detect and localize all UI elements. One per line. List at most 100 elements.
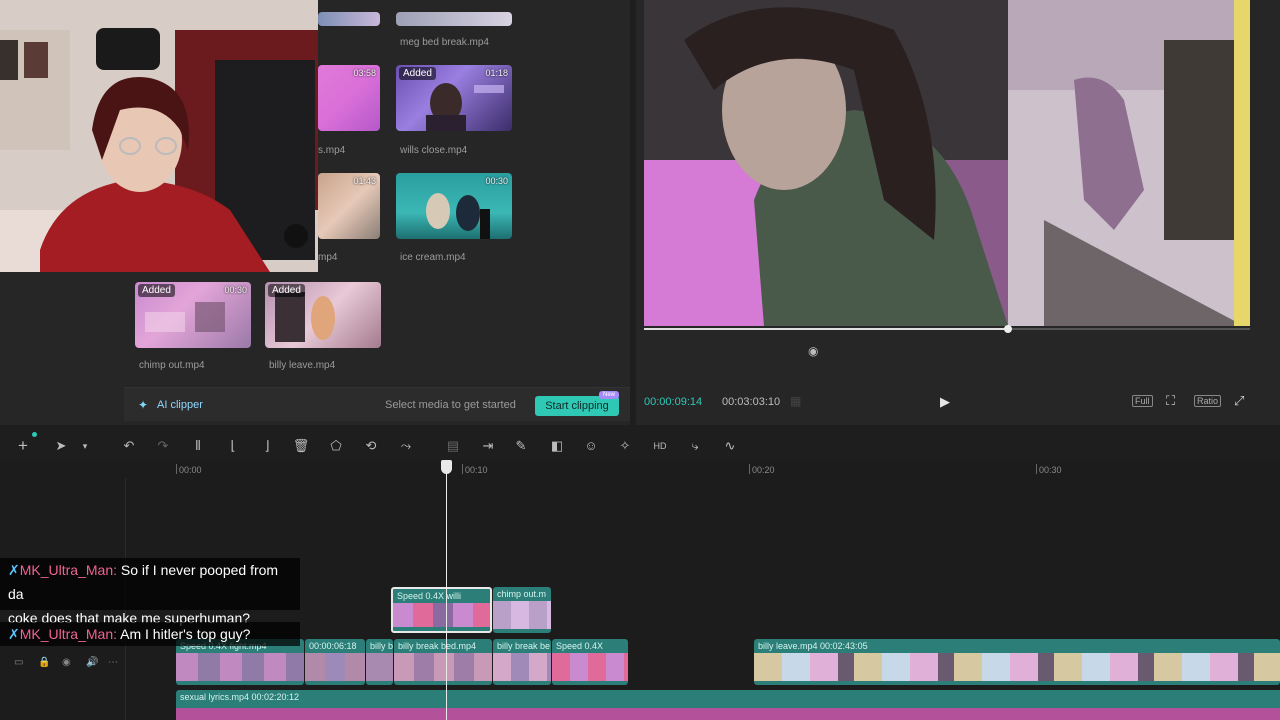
media-thumb[interactable]: Added 01:18 bbox=[396, 65, 512, 131]
playhead[interactable] bbox=[446, 460, 447, 720]
media-name: meg bed break.mp4 bbox=[400, 37, 489, 48]
media-thumb[interactable]: 00:30 bbox=[396, 173, 512, 239]
mirror-icon[interactable]: ◧ bbox=[548, 438, 566, 454]
badge-icon: ✗ bbox=[8, 562, 20, 578]
audio-clip[interactable]: sexual lyrics.mp4 00:02:20:12 bbox=[176, 690, 1280, 720]
media-name: billy leave.mp4 bbox=[269, 360, 336, 371]
chevron-down-icon[interactable]: ▾ bbox=[76, 438, 94, 454]
chat-username: MK_Ultra_Man: bbox=[19, 562, 117, 578]
camera-icon[interactable]: ◉ bbox=[808, 344, 818, 358]
clip-label: billy break be bbox=[497, 641, 551, 651]
media-name: ice cream.mp4 bbox=[400, 252, 466, 263]
edit-icon[interactable]: ✎ bbox=[512, 438, 530, 454]
person-icon[interactable]: ☺ bbox=[582, 438, 600, 454]
start-clipping-button[interactable]: Start clipping bbox=[535, 396, 619, 416]
split-right-icon[interactable]: ⌋ bbox=[258, 438, 276, 454]
editor-window: meg bed break.mp4 03:58 s.mp4 Added 01:1… bbox=[0, 0, 1280, 720]
timeline-clip[interactable]: Speed 0.4X bbox=[552, 639, 628, 685]
freeze-icon[interactable]: ⇥ bbox=[479, 438, 497, 454]
media-name: chimp out.mp4 bbox=[139, 360, 205, 371]
preview-progress-fill bbox=[644, 328, 1008, 330]
new-badge: New bbox=[599, 391, 619, 399]
media-thumb[interactable] bbox=[318, 12, 380, 26]
more-icon[interactable]: ⋯ bbox=[108, 657, 118, 668]
loop-icon[interactable]: ⟲ bbox=[362, 438, 380, 454]
media-thumb[interactable]: 01:43 bbox=[318, 173, 380, 239]
duration-label: 00:30 bbox=[224, 285, 247, 295]
ai-clipper-bar: ✦ AI clipper Select media to get started… bbox=[124, 387, 630, 421]
delete-icon[interactable]: 🗑 bbox=[292, 438, 310, 454]
clip-thumbnails bbox=[754, 653, 1280, 681]
timeline-clip[interactable]: billy break bed.mp4 bbox=[394, 639, 492, 685]
ai-clipper-icon: ✦ bbox=[138, 398, 149, 412]
chat-text: Am I hitler's top guy? bbox=[120, 626, 251, 642]
media-thumb[interactable]: Added bbox=[265, 282, 381, 348]
ratio-button[interactable]: Ratio bbox=[1194, 395, 1222, 407]
preview-video[interactable] bbox=[644, 0, 1250, 326]
chat-username: MK_Ultra_Man: bbox=[19, 626, 117, 642]
added-badge: Added bbox=[399, 67, 436, 80]
speed-icon[interactable]: ⤳ bbox=[397, 438, 415, 454]
clip-label: billy leave.mp4 00:02:43:05 bbox=[758, 641, 868, 651]
export-frame-icon[interactable]: ⤷ bbox=[686, 438, 704, 454]
clip-label: sexual lyrics.mp4 00:02:20:12 bbox=[180, 692, 300, 702]
caption-icon[interactable]: ▤ bbox=[444, 438, 462, 454]
split-icon[interactable]: ⫴ bbox=[189, 438, 207, 454]
timeline-clip[interactable]: billy leave.mp4 00:02:43:05 bbox=[754, 639, 1280, 685]
media-name: mp4 bbox=[318, 252, 338, 263]
clip-thumbnails bbox=[394, 653, 492, 681]
preview-image bbox=[644, 0, 1250, 326]
media-thumb[interactable]: 03:58 bbox=[318, 65, 380, 131]
ruler-label: 00:10 bbox=[465, 465, 488, 475]
media-thumb[interactable] bbox=[396, 12, 512, 26]
marker-icon[interactable]: ⬠ bbox=[327, 438, 345, 454]
webcam-image bbox=[0, 0, 318, 272]
duration-label: 00:30 bbox=[485, 176, 508, 186]
audio-wave-icon[interactable]: ∿ bbox=[721, 438, 739, 454]
clip-thumbnails bbox=[176, 653, 304, 681]
split-left-icon[interactable]: ⌊ bbox=[224, 438, 242, 454]
chat-message: ✗MK_Ultra_Man: So if I never pooped from… bbox=[0, 558, 300, 626]
timeline-clip[interactable]: chimp out.m bbox=[493, 587, 551, 633]
clip-thumbnails bbox=[493, 601, 551, 629]
audio-icon[interactable]: 🔊 bbox=[86, 657, 98, 668]
grid-icon[interactable]: ▦ bbox=[790, 394, 801, 408]
eye-icon[interactable]: ◉ bbox=[62, 657, 71, 668]
redo-icon[interactable]: ↷ bbox=[154, 438, 172, 454]
total-time: 00:03:03:10 bbox=[722, 396, 781, 408]
select-cursor-icon[interactable]: ➤ bbox=[52, 438, 70, 454]
current-time: 00:00:09:14 bbox=[644, 396, 703, 408]
ruler-tick bbox=[1036, 464, 1037, 474]
lock-icon[interactable]: 🔒 bbox=[38, 657, 50, 668]
play-icon[interactable]: ▶ bbox=[940, 394, 950, 410]
preview-progress-knob[interactable] bbox=[1003, 325, 1012, 333]
cover-icon[interactable]: ▭ bbox=[14, 657, 23, 668]
ai-clipper-hint: Select media to get started bbox=[385, 399, 516, 411]
clip-label: 00:00:06:18 bbox=[309, 641, 357, 651]
ruler-label: 00:30 bbox=[1039, 465, 1062, 475]
clip-label: chimp out.m bbox=[497, 589, 547, 599]
duration-label: 01:43 bbox=[353, 176, 376, 186]
preview-panel: ◉ 00:00:09:14 00:03:03:10 ▦ ▶ Full ⛶ Rat… bbox=[636, 0, 1280, 425]
full-button[interactable]: Full bbox=[1132, 395, 1153, 407]
timeline-clip[interactable]: Speed 0.4X willi bbox=[391, 587, 492, 633]
undo-icon[interactable]: ↶ bbox=[120, 438, 138, 454]
added-badge: Added bbox=[268, 284, 305, 297]
preview-controls: 00:00:09:14 00:03:03:10 ▦ ▶ Full ⛶ Ratio… bbox=[636, 388, 1280, 418]
ruler-tick bbox=[749, 464, 750, 474]
fullscreen-icon[interactable]: ⤢ bbox=[1234, 393, 1244, 409]
timeline-clip[interactable]: billy b bbox=[366, 639, 393, 685]
preview-progress-track[interactable] bbox=[644, 325, 1250, 333]
playhead-handle[interactable] bbox=[441, 460, 452, 474]
media-name: s.mp4 bbox=[318, 145, 346, 156]
screenshot-icon[interactable]: ⛶ bbox=[1166, 393, 1175, 409]
clip-label: Speed 0.4X bbox=[556, 641, 604, 651]
timeline-clip[interactable]: billy break be bbox=[493, 639, 551, 685]
add-track-icon[interactable]: + bbox=[14, 437, 32, 454]
ai-clipper-label: AI clipper bbox=[157, 399, 203, 411]
hd-icon[interactable]: HD bbox=[651, 438, 669, 454]
clip-thumbnails bbox=[493, 653, 551, 681]
magic-icon[interactable]: ✧ bbox=[616, 438, 634, 454]
timeline-clip[interactable]: 00:00:06:18 bbox=[305, 639, 365, 685]
media-thumb[interactable]: Added 00:30 bbox=[135, 282, 251, 348]
